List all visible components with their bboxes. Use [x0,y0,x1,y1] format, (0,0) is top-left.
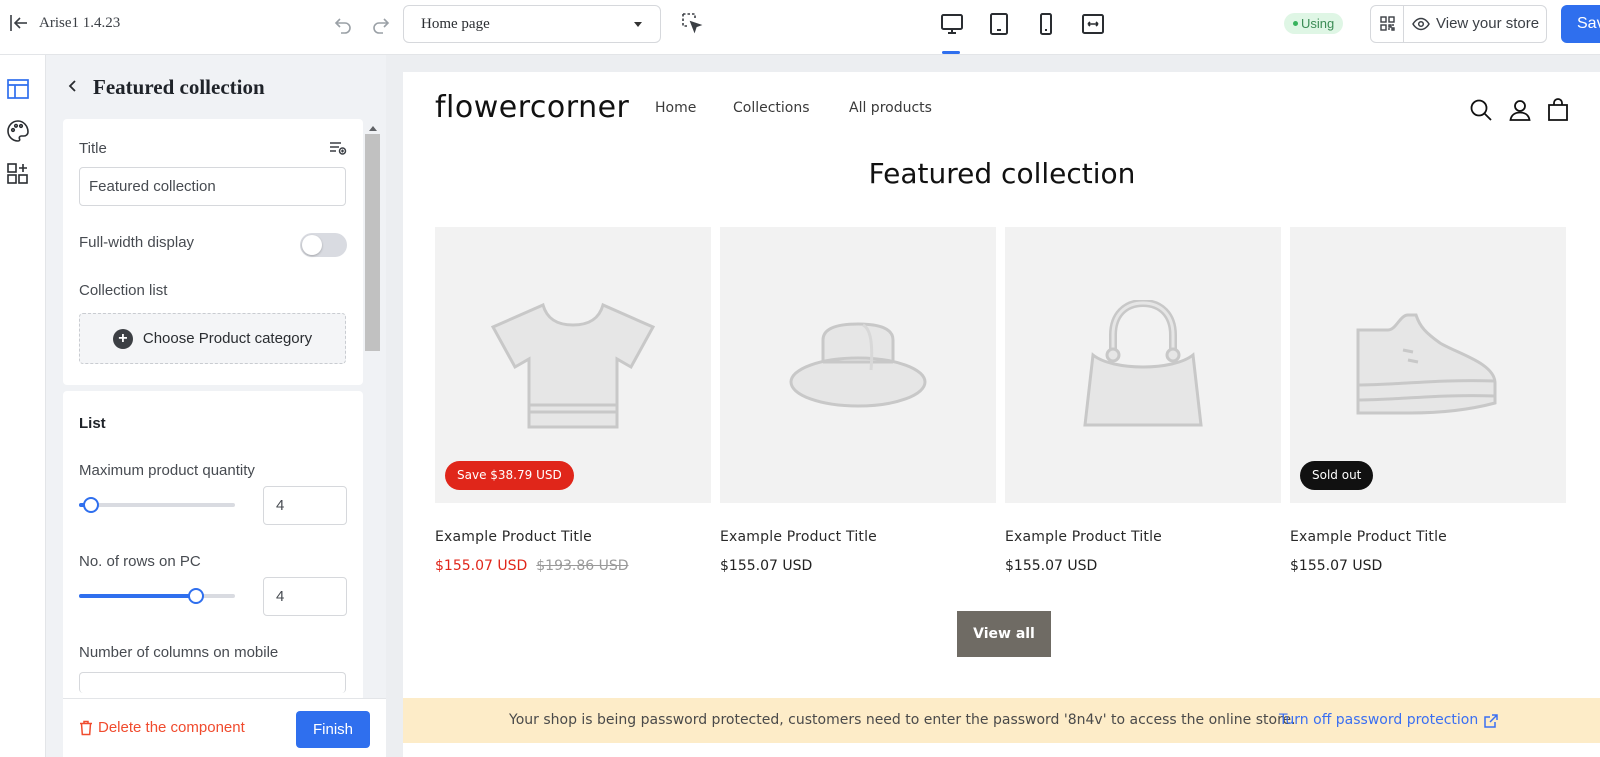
chevron-down-icon [634,22,642,27]
product-title[interactable]: Example Product Title [435,529,711,545]
save-button[interactable]: Save [1561,5,1600,43]
cart-bag-icon[interactable] [1546,98,1570,122]
active-device-indicator [942,51,960,54]
product-card[interactable]: Sold out Example Product Title $155.07 U… [1290,227,1566,574]
store-button-group: View your store [1370,5,1547,43]
compare-price: $193.86 USD [536,558,629,574]
product-card[interactable]: Example Product Title $155.07 USD [720,227,996,574]
back-icon[interactable] [68,79,78,93]
cols-mobile-select[interactable] [79,672,346,693]
settings-panel: Featured collection Title Featured colle… [46,55,386,757]
title-label: Title [79,140,107,157]
collection-list-label: Collection list [79,282,168,299]
product-price: $155.07 USD [720,558,813,574]
section-title: Featured collection [868,157,1136,190]
product-image[interactable] [1005,227,1281,503]
mobile-icon[interactable] [1032,10,1060,38]
product-image[interactable]: Sold out [1290,227,1566,503]
view-store-button[interactable]: View your store [1412,15,1539,32]
search-icon[interactable] [1469,98,1493,122]
trash-icon [80,720,92,735]
nav-all-products[interactable]: All products [849,100,932,116]
icon-rail [0,55,46,757]
basic-settings-card: Title Featured collection Full-width dis… [63,119,363,385]
full-width-toggle[interactable] [300,233,347,257]
fullscreen-icon[interactable] [1079,10,1107,38]
password-banner-message: Your shop is being password protected, c… [509,712,1296,728]
rows-pc-input[interactable]: 4 [263,577,347,616]
max-qty-input[interactable]: 4 [263,486,347,525]
panel-footer: Delete the component Finish [63,698,386,757]
select-element-icon[interactable] [681,12,703,34]
sold-out-badge: Sold out [1300,461,1374,490]
add-component-icon[interactable] [6,161,30,185]
desktop-icon[interactable] [938,10,966,38]
delete-component-button[interactable]: Delete the component [79,719,245,736]
eye-icon [1412,17,1430,30]
panel-header: Featured collection [46,55,386,119]
qr-code-button[interactable] [1371,6,1404,42]
product-title[interactable]: Example Product Title [720,529,996,545]
account-icon[interactable] [1508,98,1532,122]
rows-pc-label: No. of rows on PC [79,553,201,570]
external-link-icon [1484,713,1498,728]
title-input[interactable]: Featured collection [79,167,346,206]
nav-collections[interactable]: Collections [733,100,810,116]
product-title[interactable]: Example Product Title [1290,529,1566,545]
redo-icon[interactable] [371,14,391,34]
slider-thumb[interactable] [83,497,100,513]
top-toolbar: Arise1 1.4.23 Home page Using View your … [0,0,1600,55]
product-card[interactable]: Example Product Title $155.07 USD [1005,227,1281,574]
finish-button[interactable]: Finish [296,711,370,748]
nav-home[interactable]: Home [655,100,696,116]
app-name: Arise1 1.4.23 [39,15,121,31]
product-image[interactable]: Save $38.79 USD [435,227,711,503]
page-select[interactable]: Home page [403,5,661,43]
store-logo[interactable]: flowercorner [435,90,629,125]
product-price: $155.07 USD [1290,558,1383,574]
rows-pc-slider[interactable] [79,588,235,604]
handbag-icon [1083,300,1203,427]
max-qty-label: Maximum product quantity [79,462,255,479]
slider-thumb[interactable] [188,588,204,604]
layout-icon[interactable] [6,77,30,101]
product-price: $155.07 USD [1005,558,1098,574]
cols-mobile-label: Number of columns on mobile [79,644,279,661]
tshirt-icon [490,302,656,429]
list-heading: List [79,415,106,432]
list-settings-card: List Maximum product quantity 4 No. of r… [63,391,363,701]
sale-badge: Save $38.79 USD [445,461,574,490]
product-price: $155.07 USD $193.86 USD [435,558,711,574]
sale-price: $155.07 USD [435,558,528,574]
hat-icon [789,322,927,408]
product-card[interactable]: Save $38.79 USD Example Product Title $1… [435,227,711,574]
turn-off-password-link[interactable]: Turn off password protection [1279,698,1498,743]
scroll-thumb[interactable] [365,134,380,351]
scroll-up-arrow[interactable] [369,126,377,131]
theme-palette-icon[interactable] [6,119,30,143]
dynamic-source-icon[interactable] [329,141,347,155]
status-badge: Using [1284,13,1344,34]
view-all-button[interactable]: View all [957,611,1051,657]
panel-scrollbar[interactable] [364,120,381,750]
tablet-icon[interactable] [985,10,1013,38]
product-image[interactable] [720,227,996,503]
shoe-icon [1356,313,1497,415]
choose-category-button[interactable]: + Choose Product category [79,313,346,364]
password-banner: Your shop is being password protected, c… [403,698,1600,743]
store-preview: flowercorner Home Collections All produc… [403,72,1600,757]
panel-title: Featured collection [93,75,265,99]
undo-icon[interactable] [333,14,353,34]
max-qty-slider[interactable] [79,497,235,513]
qr-code-icon [1380,16,1395,31]
slider-fill [79,594,196,598]
product-title[interactable]: Example Product Title [1005,529,1281,545]
page-select-value: Home page [421,16,490,32]
full-width-label: Full-width display [79,234,195,251]
plus-icon: + [112,328,133,349]
exit-icon[interactable] [8,12,30,34]
